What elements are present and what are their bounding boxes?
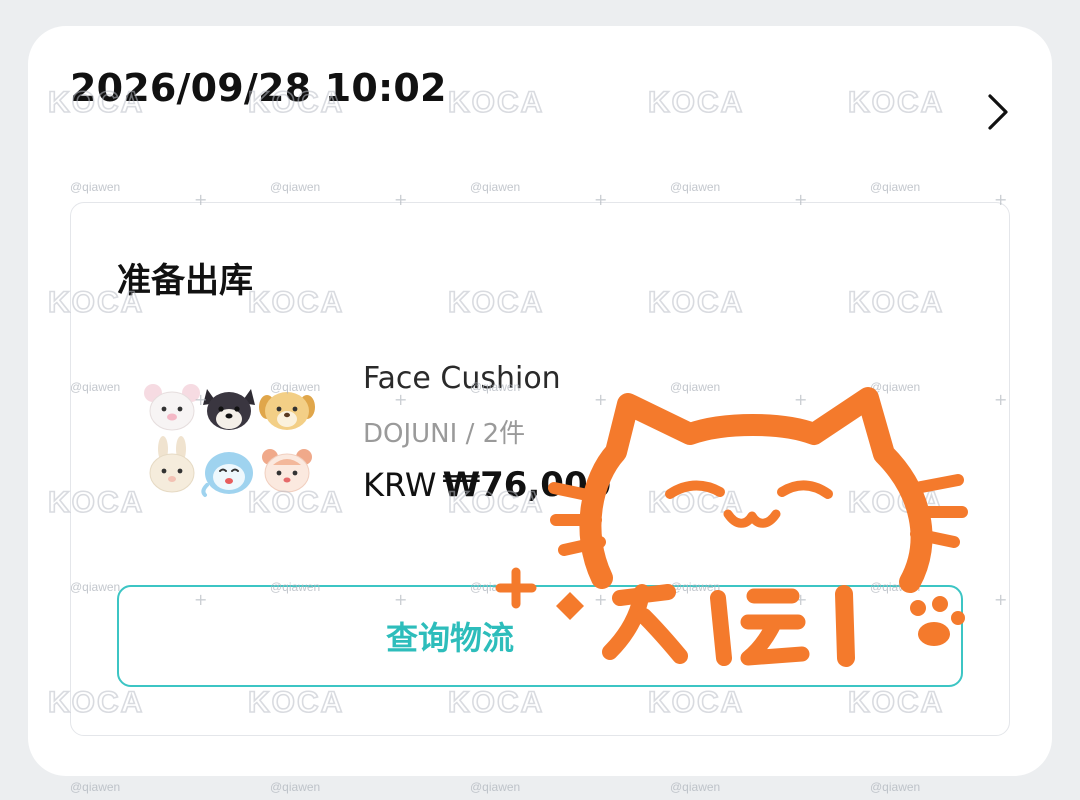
dog-face-icon: [203, 389, 255, 430]
rabbit-face-icon: [149, 436, 195, 493]
watermark-handle: @qiawen: [870, 780, 921, 794]
order-datetime: 2026/09/28 10:02: [70, 66, 447, 110]
watermark-handle: @qiawen: [470, 780, 521, 794]
puppy-face-icon: [259, 392, 315, 430]
watermark-handle: @qiawen: [670, 780, 721, 794]
watermark-handle: @qiawen: [270, 780, 321, 794]
mouse-face-icon: [144, 384, 200, 431]
hamster-face-icon: [262, 449, 312, 493]
watermark-handle: @qiawen: [70, 780, 121, 794]
order-screen: 2026/09/28 10:02 准备出库 Face Cushion DOJUN…: [0, 0, 1080, 800]
product-thumbnail[interactable]: [141, 381, 317, 503]
orange-cat-sticker-icon: [495, 387, 968, 667]
price-currency: KRW: [363, 466, 437, 504]
chevron-right-icon[interactable]: [982, 92, 1014, 132]
shipment-status: 准备出库: [117, 261, 253, 301]
seal-face-icon: [201, 452, 253, 497]
